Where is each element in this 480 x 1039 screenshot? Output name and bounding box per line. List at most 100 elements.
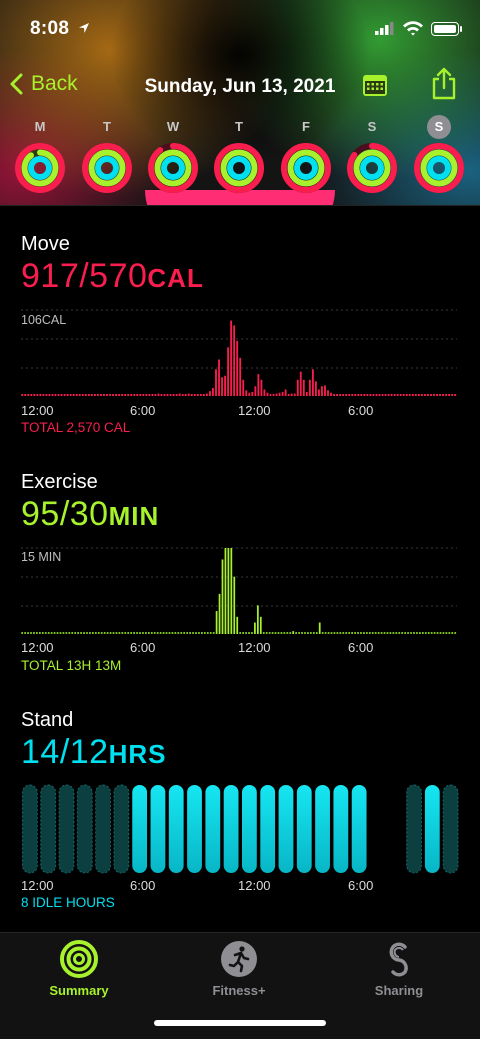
chart-bar (227, 347, 230, 396)
tab-fitness-plus[interactable]: Fitness+ (179, 939, 299, 998)
chart-bar (427, 632, 430, 634)
chart-bar (454, 632, 457, 634)
chart-bar (189, 632, 191, 634)
chart-bar (75, 394, 78, 396)
share-icon[interactable] (430, 66, 458, 100)
chart-bar (78, 394, 81, 396)
chart-bar (153, 632, 156, 634)
chart-bar (295, 632, 298, 634)
chart-bar (27, 394, 30, 396)
chart-bar (145, 632, 147, 634)
day-letter: F (302, 119, 310, 134)
chart-bar (239, 632, 242, 634)
chart-bar (42, 394, 45, 396)
chart-bar (175, 394, 178, 396)
day-6[interactable]: S (413, 115, 465, 194)
chart-bar (372, 394, 375, 396)
chart-bar (378, 394, 381, 396)
chart-bar (315, 632, 318, 634)
chart-bar (420, 394, 423, 396)
day-1[interactable]: T (81, 118, 133, 194)
chart-bar (227, 548, 230, 634)
day-3[interactable]: T (213, 118, 265, 194)
chart-bar (280, 632, 283, 634)
day-2[interactable]: W (147, 118, 199, 194)
chart-bar (342, 394, 345, 396)
chart-bar (199, 394, 202, 396)
chart-bar (50, 632, 53, 634)
chart-bar (245, 390, 248, 396)
chart-bar (354, 632, 356, 634)
chart-bar (24, 632, 26, 634)
chart-bar (86, 632, 88, 634)
page-title: Sunday, Jun 13, 2021 (144, 76, 336, 97)
chart-bar (59, 632, 62, 634)
chart-bar (139, 394, 142, 396)
exercise-tick-2: 6:00 (130, 640, 156, 655)
chart-bar (92, 632, 94, 634)
chart-bar (103, 632, 106, 634)
chart-bar (96, 394, 99, 396)
chart-bar (53, 632, 56, 634)
chart-bar (278, 392, 281, 396)
chart-bar (380, 632, 383, 634)
stand-value-number: 14/12 (21, 733, 109, 771)
chart-bar (245, 632, 247, 634)
chart-bar (318, 389, 320, 396)
chart-bar (454, 394, 457, 396)
chart-bar (47, 632, 50, 634)
chart-bar (81, 394, 84, 396)
chart-bar (451, 394, 454, 396)
chart-bar (357, 394, 360, 396)
stand-hour-bar (168, 785, 184, 873)
chart-bar (445, 394, 448, 396)
chart-bar (203, 632, 206, 634)
chart-bar (377, 632, 380, 634)
chart-bar (171, 632, 174, 634)
chart-bar (312, 632, 315, 634)
calendar-icon[interactable] (361, 71, 389, 99)
chart-bar (148, 394, 151, 396)
chart-bar (209, 391, 211, 396)
tab-fitness-plus-label: Fitness+ (212, 983, 266, 998)
stand-hour-bar (278, 785, 294, 873)
chart-bar (281, 391, 284, 396)
day-5[interactable]: S (346, 118, 398, 194)
chart-bar (221, 559, 224, 634)
chart-bar (381, 394, 384, 396)
exercise-unit: MIN (108, 501, 160, 531)
chart-bar (80, 632, 82, 634)
move-label: Move (21, 233, 70, 255)
chart-bar (286, 632, 289, 634)
chart-bar (215, 369, 217, 396)
exercise-tick-4: 6:00 (348, 640, 374, 655)
chart-bar (195, 632, 197, 634)
chart-bar (363, 394, 366, 396)
chart-bar (345, 394, 348, 396)
chart-bar (266, 392, 269, 396)
chart-bar (147, 632, 150, 634)
chart-bar (36, 394, 39, 396)
chart-bar (154, 394, 157, 396)
tab-summary[interactable]: Summary (19, 939, 139, 998)
chart-bar (414, 394, 417, 396)
day-0[interactable]: M (14, 118, 66, 194)
stand-hour-bar (424, 785, 440, 873)
chart-bar (324, 385, 326, 396)
move-value-number: 917/570 (21, 257, 148, 295)
day-letter: T (103, 119, 111, 134)
chart-bar (127, 632, 130, 634)
chart-bar (38, 632, 41, 634)
chart-bar (109, 632, 112, 634)
chart-bar (198, 632, 200, 634)
move-value: 917/570CAL (21, 257, 204, 296)
tab-sharing[interactable]: Sharing (339, 939, 459, 998)
chart-bar (436, 394, 438, 396)
chart-bar (363, 632, 365, 634)
chart-bar (248, 392, 251, 396)
chart-bar (133, 394, 136, 396)
chart-bar (360, 394, 363, 396)
chart-bar (393, 394, 396, 396)
day-4[interactable]: F (280, 118, 332, 194)
chart-bar (33, 632, 35, 634)
